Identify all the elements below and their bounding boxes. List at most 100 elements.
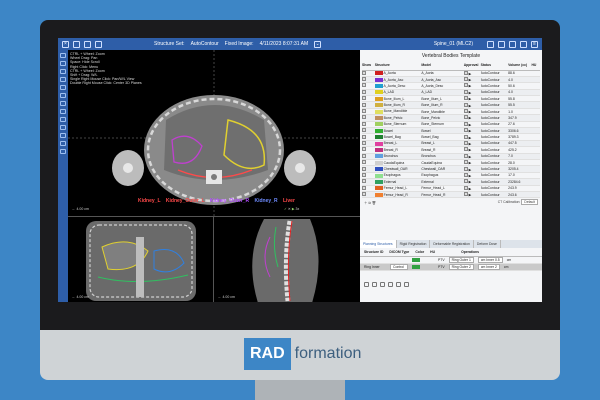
run-icon[interactable] bbox=[404, 282, 409, 287]
copy-icon[interactable] bbox=[498, 40, 505, 48]
structure-color-swatch[interactable] bbox=[374, 128, 383, 133]
play-icon[interactable]: ▶ bbox=[469, 161, 472, 165]
planning-row[interactable]: PTV Ring Outer 1 cm Inner 0.5 cm bbox=[360, 257, 542, 264]
approval-checkbox[interactable] bbox=[463, 89, 468, 94]
coronal-viewer[interactable]: ← 4.00 cm bbox=[68, 216, 214, 302]
structure-id[interactable]: Ring Inner bbox=[364, 265, 386, 269]
col-show[interactable]: Show bbox=[362, 61, 375, 71]
play-icon[interactable]: ▶ bbox=[469, 174, 472, 178]
approval-checkbox[interactable] bbox=[463, 109, 468, 114]
sagittal-viewer[interactable]: ← 4.00 cm bbox=[214, 216, 360, 302]
dropdown-chevron-icon[interactable]: ⌄ bbox=[314, 40, 322, 48]
color-swatch[interactable] bbox=[412, 258, 420, 262]
confirm-icon[interactable]: ✓ bbox=[284, 207, 287, 211]
structure-label[interactable]: Kidney_Outer_R bbox=[210, 198, 249, 204]
structure-label[interactable]: Kidney_R bbox=[255, 198, 278, 204]
eraser-tool-icon[interactable] bbox=[60, 77, 66, 82]
col-approval[interactable]: Approval bbox=[463, 61, 481, 71]
brush-tool-icon[interactable] bbox=[60, 61, 66, 66]
approval-checkbox[interactable] bbox=[463, 160, 468, 165]
approval-checkbox[interactable] bbox=[463, 83, 468, 88]
play-icon[interactable]: ▶ bbox=[469, 116, 472, 120]
model-cell[interactable]: Femur_Head_R bbox=[421, 191, 464, 199]
play-icon[interactable]: ▶ bbox=[469, 168, 472, 172]
structure-color-swatch[interactable] bbox=[374, 135, 383, 140]
operation-select[interactable]: Ring Outer 1 bbox=[448, 257, 474, 263]
tab-deformable-registration[interactable]: Deformable Registration bbox=[430, 240, 474, 248]
table-icon[interactable] bbox=[60, 101, 66, 106]
refresh-icon[interactable] bbox=[487, 40, 494, 48]
play-icon[interactable]: ▶ bbox=[469, 84, 472, 88]
approval-checkbox[interactable] bbox=[463, 166, 468, 171]
approval-checkbox[interactable] bbox=[463, 102, 468, 107]
sliders-icon[interactable] bbox=[60, 133, 66, 138]
approval-checkbox[interactable] bbox=[463, 115, 468, 120]
structure-color-swatch[interactable] bbox=[374, 71, 383, 76]
col-status[interactable]: Status bbox=[480, 61, 509, 71]
tab-rigid-registration[interactable]: Rigid Registration bbox=[397, 240, 431, 248]
play-icon[interactable]: ▶ bbox=[469, 142, 472, 146]
approval-checkbox[interactable] bbox=[463, 140, 468, 145]
structure-label[interactable]: Kidney_Outer_L bbox=[166, 198, 205, 204]
approval-checkbox[interactable] bbox=[463, 134, 468, 139]
ruler-icon[interactable] bbox=[60, 141, 66, 146]
planning-row[interactable]: Ring Inner Control PTV Ring Outer 2 cm I… bbox=[360, 264, 542, 271]
approval-cell[interactable]: ▶ bbox=[463, 191, 481, 199]
approval-checkbox[interactable] bbox=[463, 192, 468, 197]
table-row[interactable]: Femur_Head_R Femur_Head_R ▶ AutoContour 243… bbox=[362, 191, 540, 199]
structure-label[interactable]: Liver bbox=[283, 198, 295, 204]
structure-color-swatch[interactable] bbox=[374, 96, 383, 101]
play-icon[interactable]: ▶ bbox=[469, 148, 472, 152]
pointer-tool-icon[interactable] bbox=[60, 53, 66, 58]
structure-color-swatch[interactable] bbox=[374, 77, 383, 82]
menu-icon[interactable]: ≡ bbox=[531, 40, 538, 48]
approval-checkbox[interactable] bbox=[463, 172, 468, 177]
show-checkbox[interactable] bbox=[362, 191, 375, 199]
play-icon[interactable]: ▶ bbox=[469, 193, 472, 197]
structure-color-swatch[interactable] bbox=[374, 154, 383, 159]
save-icon[interactable] bbox=[84, 40, 91, 48]
play-icon[interactable]: ▶ bbox=[469, 110, 472, 114]
copy-icon[interactable] bbox=[372, 282, 377, 287]
col-model[interactable]: Model bbox=[421, 61, 464, 71]
structure-color-swatch[interactable] bbox=[374, 192, 383, 197]
approval-checkbox[interactable] bbox=[463, 70, 468, 75]
export-icon[interactable] bbox=[95, 40, 102, 48]
axial-viewer[interactable]: CTRL + Wheel: Zoom Wheel Drag: Pan Space… bbox=[68, 50, 360, 216]
ct-calibration-select[interactable]: Default bbox=[521, 199, 538, 206]
play-icon[interactable]: ▶ bbox=[469, 72, 472, 76]
operation-margin[interactable]: cm Inner 2 bbox=[477, 264, 500, 270]
folder-icon[interactable] bbox=[60, 85, 66, 90]
settings-icon[interactable] bbox=[520, 40, 527, 48]
add-structure-icon[interactable]: ＋ ⧉ 🗑 bbox=[364, 200, 376, 205]
approval-checkbox[interactable] bbox=[463, 179, 468, 184]
wand-icon[interactable] bbox=[60, 149, 66, 154]
play-icon[interactable]: ▶ bbox=[469, 78, 472, 82]
operation-target[interactable]: PTV bbox=[438, 258, 445, 262]
approval-checkbox[interactable] bbox=[463, 147, 468, 152]
pen-tool-icon[interactable] bbox=[60, 69, 66, 74]
col-hu[interactable]: HU bbox=[531, 61, 540, 71]
tab-planning-structures[interactable]: Planning Structures bbox=[360, 240, 397, 248]
dicom-type[interactable]: Control bbox=[390, 264, 408, 270]
close-icon[interactable]: × bbox=[62, 40, 69, 48]
play-icon[interactable]: ▶ bbox=[469, 187, 472, 191]
operation-target[interactable]: PTV bbox=[438, 265, 445, 269]
play-icon[interactable]: ▶ bbox=[469, 129, 472, 133]
operation-margin[interactable]: cm Inner 0.5 bbox=[477, 257, 503, 263]
structure-name-cell[interactable]: Femur_Head_R bbox=[374, 191, 422, 199]
structure-color-swatch[interactable] bbox=[374, 173, 383, 178]
tab-deform-dose[interactable]: Deform Dose bbox=[474, 240, 501, 248]
reject-icon[interactable]: ✕ bbox=[288, 207, 291, 211]
approval-checkbox[interactable] bbox=[463, 77, 468, 82]
structure-color-swatch[interactable] bbox=[374, 84, 383, 89]
approval-checkbox[interactable] bbox=[463, 153, 468, 158]
plan-label[interactable]: Spine_01 (MLC2) bbox=[434, 41, 473, 47]
structure-color-swatch[interactable] bbox=[374, 90, 383, 95]
move-down-icon[interactable] bbox=[396, 282, 401, 287]
structure-color-swatch[interactable] bbox=[374, 179, 383, 184]
play-icon[interactable]: ▶ bbox=[469, 104, 472, 108]
structure-color-swatch[interactable] bbox=[374, 122, 383, 127]
play-icon[interactable]: ▶ bbox=[469, 180, 472, 184]
approval-checkbox[interactable] bbox=[463, 96, 468, 101]
